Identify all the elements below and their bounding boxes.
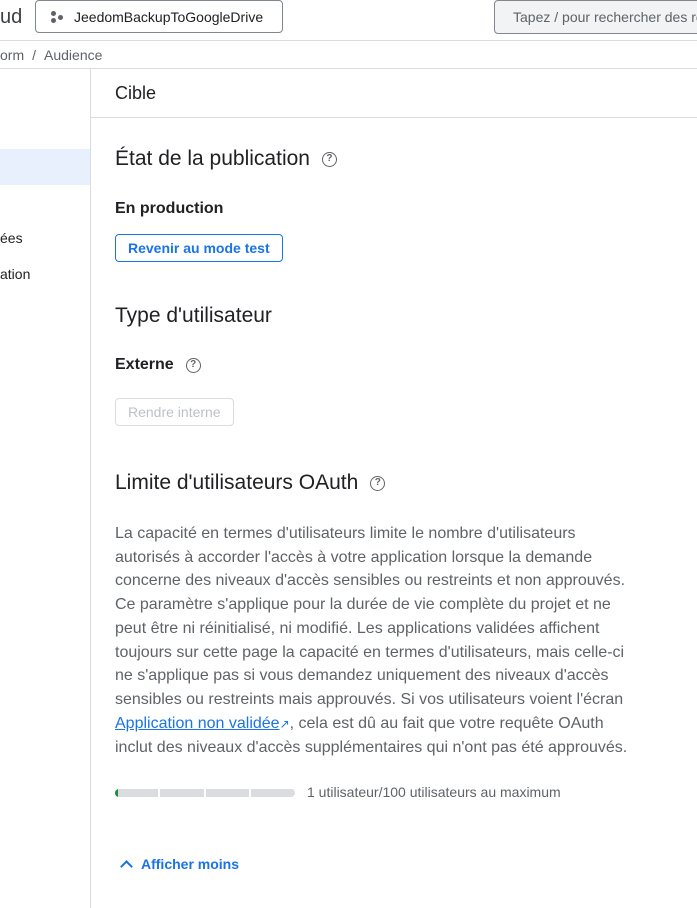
progress-divider <box>249 789 251 797</box>
unverified-app-link[interactable]: Application non validée <box>115 715 280 732</box>
text-line: sensibles ou restreints mais approuvés. … <box>115 690 624 708</box>
oauth-heading: Limite d'utilisateurs OAuth? <box>115 471 386 495</box>
project-selector[interactable]: JeedomBackupToGoogleDrive <box>35 0 283 33</box>
search-input[interactable]: Tapez / pour rechercher des re <box>494 0 697 34</box>
show-less-button[interactable]: Afficher moins <box>120 856 240 873</box>
publication-status: En production <box>115 200 224 217</box>
progress-divider <box>158 789 160 797</box>
publication-title: État de la publication <box>115 147 310 170</box>
show-less-label: Afficher moins <box>141 856 240 872</box>
text-line: autorisés à accorder l'accès à votre app… <box>115 548 593 566</box>
external-link-icon: ↗ <box>279 716 290 731</box>
progress-fill <box>115 789 118 797</box>
make-internal-button: Rendre interne <box>115 398 234 426</box>
text-line: concerne des niveaux d'accès sensibles o… <box>115 572 626 590</box>
text-line: ne s'applique pas si vous demandez uniqu… <box>115 667 609 685</box>
help-icon[interactable]: ? <box>370 475 386 491</box>
help-icon[interactable]: ? <box>185 357 201 373</box>
user-type-label: Externe <box>115 356 174 373</box>
publication-heading: État de la publication? <box>115 147 337 171</box>
oauth-title: Limite d'utilisateurs OAuth <box>115 471 359 494</box>
breadcrumb-separator: / <box>32 47 37 63</box>
breadcrumb-current: Audience <box>44 47 103 63</box>
text-line: toujours sur cette page la capacité en t… <box>115 643 625 661</box>
text-line: inclut des niveaux d'accès supplémentair… <box>115 739 628 757</box>
text-line: , cela est dû au fait que votre requête … <box>289 714 604 732</box>
top-bar: ud JeedomBackupToGoogleDrive Tapez / pou… <box>0 0 697 41</box>
text-line: Ce paramètre s'applique pour la durée de… <box>115 596 611 614</box>
sidebar-item[interactable]: ées <box>0 230 23 246</box>
text-line: La capacité en termes d'utilisateurs lim… <box>115 525 576 542</box>
text-line: peut être ni réinitialisé, ni modifié. L… <box>115 619 600 637</box>
project-name: JeedomBackupToGoogleDrive <box>74 8 264 25</box>
sidebar-item-selected[interactable] <box>0 149 90 185</box>
chevron-up-icon <box>120 859 133 873</box>
user-type-heading: Type d'utilisateur <box>115 304 272 327</box>
breadcrumb-item[interactable]: orm <box>0 47 24 63</box>
progress-divider <box>204 789 206 797</box>
breadcrumb: orm / Audience <box>0 41 697 69</box>
back-to-test-button[interactable]: Revenir au mode test <box>115 234 283 262</box>
oauth-description: La capacité en termes d'utilisateurs lim… <box>115 522 627 760</box>
sidebar: ées ation <box>0 69 91 908</box>
user-cap-label: 1 utilisateur/100 utilisateurs au maximu… <box>307 784 561 800</box>
page-title: Cible <box>91 69 697 118</box>
user-cap-progress-bar <box>115 789 295 797</box>
user-type-value: Externe? <box>115 356 201 374</box>
brand-name: ud <box>0 6 23 28</box>
sidebar-item[interactable]: ation <box>0 266 30 282</box>
project-icon <box>50 10 64 24</box>
help-icon[interactable]: ? <box>321 151 337 167</box>
